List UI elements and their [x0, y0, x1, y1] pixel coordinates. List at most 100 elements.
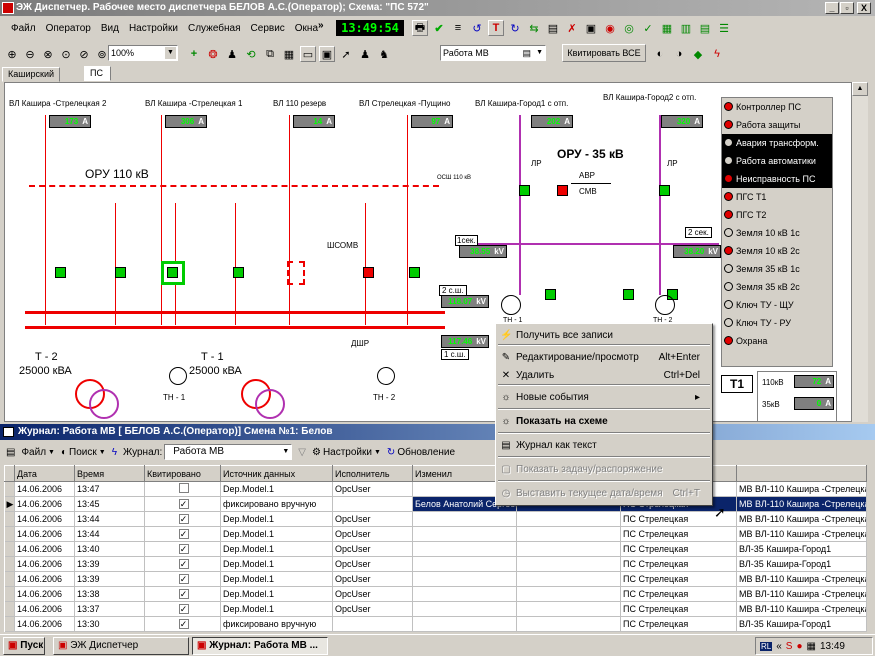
menu-item[interactable]: ✎ Редактирование/просмотр Alt+Enter: [498, 348, 710, 368]
chevron-down-icon[interactable]: ▼: [165, 47, 176, 59]
chevron-down-icon[interactable]: ▼: [374, 449, 381, 456]
maximize-button[interactable]: ▫: [840, 2, 854, 14]
col-ack[interactable]: Квитировано: [144, 465, 221, 482]
list-icon[interactable]: ☰: [716, 20, 732, 36]
breaker-closed[interactable]: [409, 267, 420, 278]
scroll-up-icon[interactable]: ▲: [852, 82, 868, 96]
tray-expand-icon[interactable]: «: [776, 641, 782, 652]
breaker-closed[interactable]: [233, 267, 244, 278]
journal-settings-menu[interactable]: Настройки: [323, 447, 372, 458]
schema-canvas[interactable]: ВЛ Кашира -Стрелецкая 2 ВЛ Кашира -Стрел…: [4, 82, 852, 422]
user-icon[interactable]: ♟: [224, 46, 240, 62]
breaker-tagged[interactable]: [287, 261, 305, 285]
table-row[interactable]: 14.06.2006 13:44 ✓ Dep.Model.1 OpcUser ПС Стр…: [4, 511, 867, 527]
alarm-icon[interactable]: ◉: [602, 20, 618, 36]
swap-icon[interactable]: ⇆: [526, 20, 542, 36]
toolbar-overflow-icon[interactable]: »: [318, 20, 324, 31]
menu-file[interactable]: Файл: [6, 23, 41, 34]
menu-item[interactable]: ⚡ Получить все записи: [498, 326, 710, 346]
col-date[interactable]: Дата: [14, 465, 75, 482]
check-icon[interactable]: ✔: [431, 20, 447, 36]
journal-table[interactable]: Дата Время Квитировано Источник данных И…: [4, 465, 867, 632]
tab-kashira-pes[interactable]: Каширский ПЭС: [2, 67, 60, 92]
table-row[interactable]: 14.06.2006 13:37 ✓ Dep.Model.1 OpcUser ПС Стр…: [4, 601, 867, 617]
breaker-open[interactable]: [557, 185, 568, 196]
start-button[interactable]: ▣ Пуск: [3, 636, 45, 655]
zoom-out-icon[interactable]: ⊖: [22, 46, 38, 62]
ack-checkbox[interactable]: ✓: [178, 604, 189, 614]
reload-icon[interactable]: ⟲: [243, 46, 259, 62]
table-row[interactable]: 14.06.2006 13:44 ✓ Dep.Model.1 OpcUser ПС Стр…: [4, 526, 867, 542]
zoom-select[interactable]: 100% ▼: [108, 45, 178, 61]
zoom-in-icon[interactable]: ⊕: [4, 46, 20, 62]
screen-icon[interactable]: ▭: [300, 46, 316, 62]
chevron-down-icon[interactable]: ▼: [282, 445, 289, 459]
breaker-closed[interactable]: [55, 267, 66, 278]
col-executor[interactable]: Исполнитель: [332, 465, 413, 482]
ack-checkbox[interactable]: ✓: [178, 514, 189, 524]
mode-select[interactable]: Работа МВ ▤ ▼: [440, 45, 546, 61]
cell-ack[interactable]: ✓: [144, 496, 221, 512]
ack-checkbox[interactable]: ✓: [178, 529, 189, 539]
ack-checkbox[interactable]: ✓: [178, 544, 189, 554]
table-row[interactable]: ▶ 14.06.2006 13:45 ✓ фиксировано вручную Бело…: [4, 496, 867, 512]
funnel-icon[interactable]: ▽: [298, 447, 306, 458]
journal-search-menu[interactable]: Поиск: [69, 447, 97, 458]
taskbar-item[interactable]: ▣ ЭЖ Диспетчер: [53, 636, 189, 655]
zoom-window-icon[interactable]: ⊗: [40, 46, 56, 62]
menu-operator[interactable]: Оператор: [41, 23, 96, 34]
language-indicator[interactable]: RL: [760, 641, 773, 651]
table-icon[interactable]: ▤: [697, 20, 713, 36]
menu-settings[interactable]: Настройки: [124, 23, 183, 34]
cell-ack[interactable]: ✓: [144, 586, 221, 602]
ack-checkbox[interactable]: [178, 483, 189, 493]
tray-app-icon[interactable]: S: [786, 641, 793, 652]
taskbar-item-active[interactable]: ▣ Журнал: Работа МВ ...: [192, 636, 328, 655]
ack-checkbox[interactable]: ✓: [178, 574, 189, 584]
ack-checkbox[interactable]: ✓: [178, 589, 189, 599]
cell-ack[interactable]: ✓: [144, 541, 221, 557]
operator-icon[interactable]: ♟: [357, 46, 373, 62]
chevron-down-icon[interactable]: ▼: [99, 449, 106, 456]
tool-green-icon[interactable]: ◆: [690, 46, 706, 62]
ack-checkbox[interactable]: ✓: [178, 619, 189, 629]
doc-icon[interactable]: ▤: [545, 20, 561, 36]
col-time[interactable]: Время: [74, 465, 145, 482]
window-title-bar[interactable]: ЭЖ Диспетчер. Рабочее место диспетчера Б…: [0, 0, 875, 16]
cell-ack[interactable]: ✓: [144, 571, 221, 587]
t1-box[interactable]: Т1: [721, 375, 753, 393]
settings-icon[interactable]: ❂: [205, 46, 221, 62]
find-next-icon[interactable]: ◑: [671, 46, 687, 62]
filter-icon[interactable]: ≡: [450, 20, 466, 36]
pointer-icon[interactable]: ➚: [338, 46, 354, 62]
add-icon[interactable]: +: [186, 46, 202, 62]
cell-ack[interactable]: ✓: [144, 616, 221, 632]
cell-ack[interactable]: ✓: [144, 556, 221, 572]
layout-icon[interactable]: ▦: [281, 46, 297, 62]
journal-select[interactable]: Работа МВ ▼: [164, 444, 293, 460]
lightning-icon[interactable]: ϟ: [709, 46, 725, 62]
breaker-closed[interactable]: [545, 289, 556, 300]
zoom-prev-icon[interactable]: ⊘: [76, 46, 92, 62]
table-row[interactable]: 14.06.2006 13:39 ✓ Dep.Model.1 OpcUser ПС Стр…: [4, 556, 867, 572]
table-row[interactable]: 14.06.2006 13:39 ✓ Dep.Model.1 OpcUser ПС Стр…: [4, 571, 867, 587]
journal-title-bar[interactable]: Журнал: Работа МВ [ БЕЛОВ А.С.(Оператор)…: [0, 424, 875, 440]
menu-view[interactable]: Вид: [96, 23, 124, 34]
selected-breaker[interactable]: [161, 261, 185, 285]
transformer-symbol[interactable]: [255, 389, 285, 419]
tray-network-icon[interactable]: ▦: [807, 641, 816, 652]
chevron-down-icon[interactable]: ▼: [536, 46, 543, 60]
breaker-closed[interactable]: [659, 185, 670, 196]
rotate-icon[interactable]: ↻: [507, 20, 523, 36]
menu-item[interactable]: ☼ Новые события ▸: [498, 388, 710, 408]
print-icon[interactable]: 🖶: [412, 20, 428, 36]
close-button[interactable]: X: [857, 2, 871, 14]
cell-ack[interactable]: [144, 481, 221, 497]
tray-alert-icon[interactable]: ●: [796, 641, 802, 652]
transformer-symbol[interactable]: [89, 389, 119, 419]
refresh-icon[interactable]: ↺: [469, 20, 485, 36]
ack-all-button[interactable]: Квитировать ВСЕ: [562, 44, 646, 62]
schema-scrollbar[interactable]: ▲: [852, 82, 868, 422]
table-row[interactable]: 14.06.2006 13:30 ✓ фиксировано вручную ПС Ст…: [4, 616, 867, 632]
breaker-closed[interactable]: [623, 289, 634, 300]
